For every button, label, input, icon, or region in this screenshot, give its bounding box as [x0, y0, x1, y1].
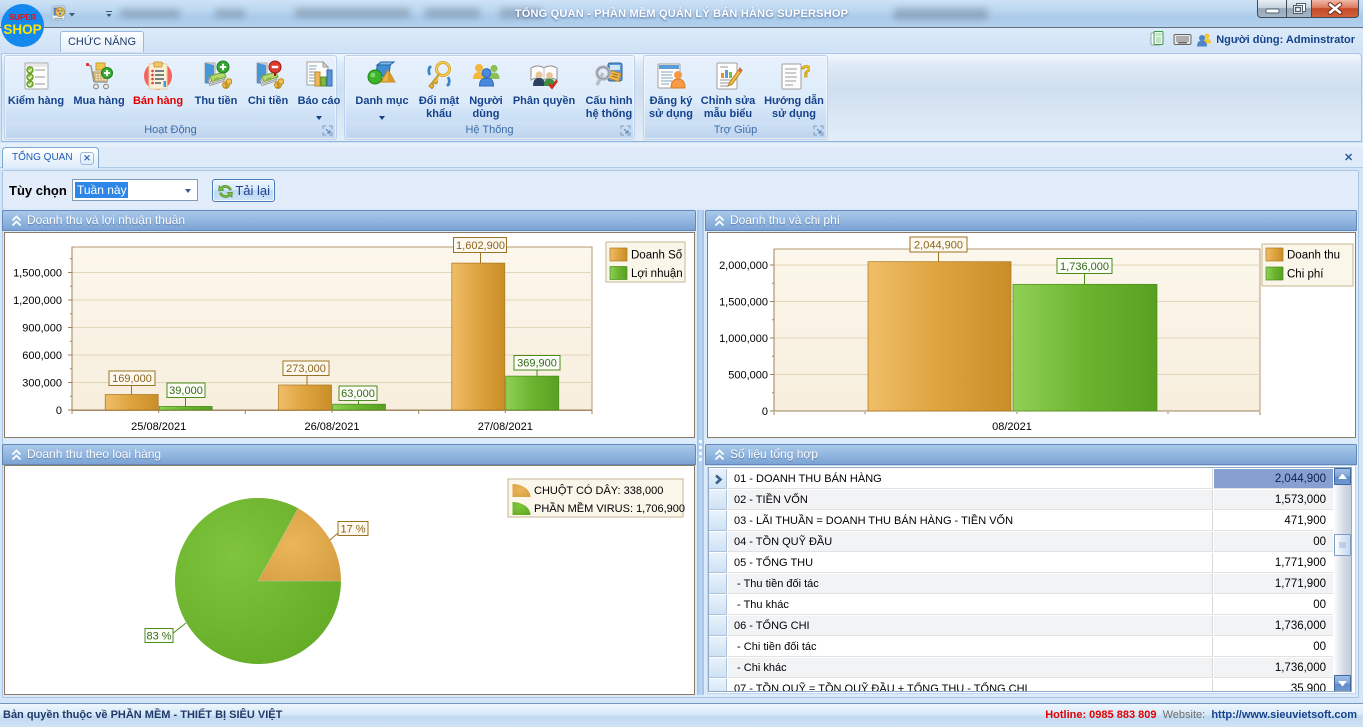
svg-text:0: 0: [56, 405, 62, 417]
svg-text:Chi phí: Chi phí: [1287, 269, 1324, 281]
svg-text:1,200,000: 1,200,000: [13, 295, 62, 307]
svg-text:0: 0: [762, 406, 768, 418]
svg-text:1,500,000: 1,500,000: [719, 297, 768, 309]
svg-text:25/08/2021: 25/08/2021: [131, 421, 186, 433]
svg-text:39,000: 39,000: [169, 385, 203, 397]
svg-text:369,900: 369,900: [517, 358, 557, 370]
svg-text:1,500,000: 1,500,000: [13, 268, 62, 280]
svg-text:1,602,900: 1,602,900: [456, 240, 505, 252]
svg-text:300,000: 300,000: [22, 378, 62, 390]
svg-text:Lợi nhuận: Lợi nhuận: [631, 268, 683, 280]
svg-text:2,044,900: 2,044,900: [914, 240, 963, 252]
svg-text:CHUỘT CÓ DÂY: 338,000: CHUỘT CÓ DÂY: 338,000: [534, 484, 663, 497]
svg-text:1,000,000: 1,000,000: [719, 333, 768, 345]
svg-text:83 %: 83 %: [146, 631, 171, 643]
svg-text:63,000: 63,000: [341, 388, 375, 400]
svg-text:500,000: 500,000: [728, 370, 768, 382]
svg-text:Doanh thu: Doanh thu: [1287, 250, 1340, 262]
svg-text:169,000: 169,000: [112, 373, 152, 385]
svg-text:Doanh Số: Doanh Số: [631, 250, 683, 262]
svg-text:08/2021: 08/2021: [992, 421, 1032, 433]
svg-text:26/08/2021: 26/08/2021: [304, 421, 359, 433]
svg-text:27/08/2021: 27/08/2021: [478, 421, 533, 433]
svg-text:900,000: 900,000: [22, 323, 62, 335]
svg-text:?: ?: [801, 62, 810, 81]
svg-text:600,000: 600,000: [22, 350, 62, 362]
svg-text:PHẦN MỀM VIRUS: 1,706,900: PHẦN MỀM VIRUS: 1,706,900: [534, 502, 685, 515]
svg-text:273,000: 273,000: [286, 363, 326, 375]
svg-text:1,736,000: 1,736,000: [1060, 261, 1109, 273]
svg-text:2,000,000: 2,000,000: [719, 260, 768, 272]
svg-text:17 %: 17 %: [340, 524, 365, 536]
